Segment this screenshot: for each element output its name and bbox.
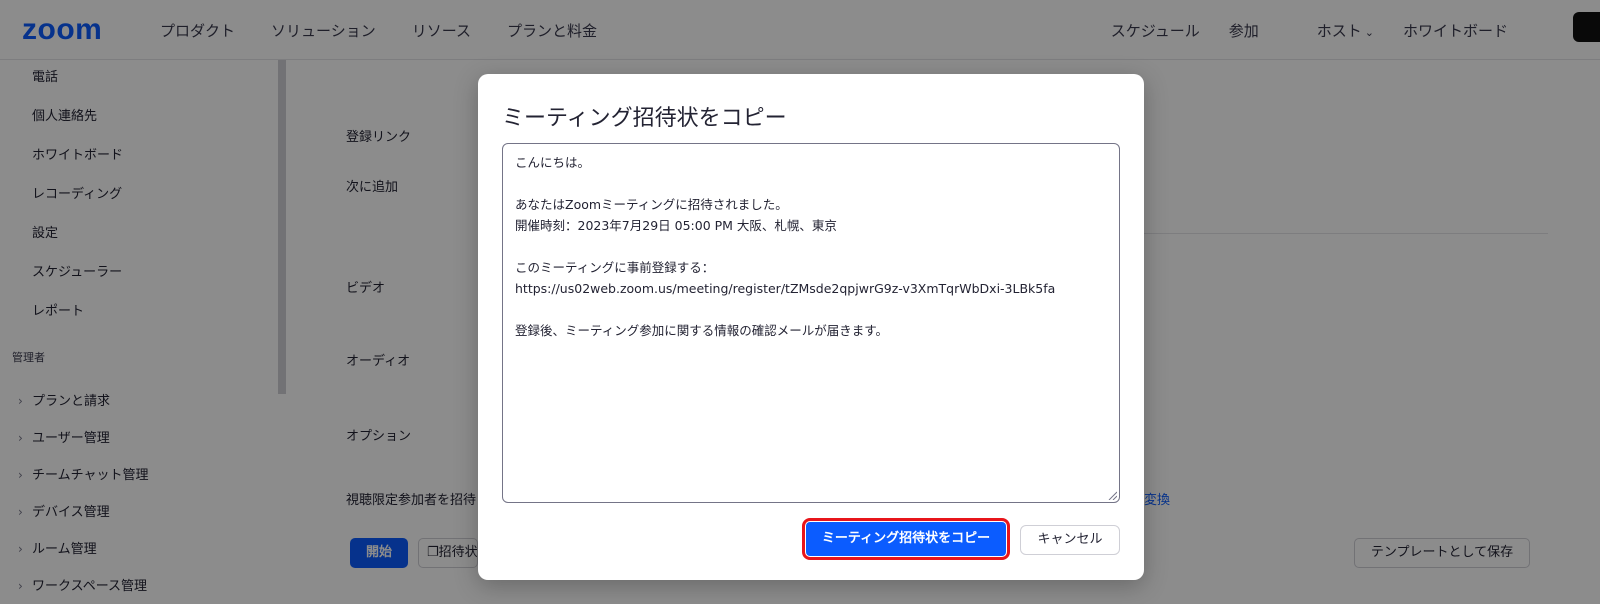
invitation-line: 登録後、ミーティング参加に関する情報の確認メールが届きます。	[515, 323, 889, 338]
invitation-line: このミーティングに事前登録する：	[515, 260, 715, 275]
dialog-title: ミーティング招待状をコピー	[502, 106, 787, 131]
copy-invitation-dialog: ミーティング招待状をコピー こんにちは。 あなたはZoomミーティングに招待され…	[478, 74, 1144, 580]
invitation-line: あなたはZoomミーティングに招待されました。	[515, 197, 788, 212]
invitation-line: 開催時刻：2023年7月29日 05:00 PM 大阪、札幌、東京	[515, 218, 837, 233]
invitation-line	[515, 173, 1107, 194]
resize-handle-icon[interactable]	[1107, 490, 1117, 500]
invitation-textarea[interactable]: こんにちは。 あなたはZoomミーティングに招待されました。 開催時刻：2023…	[502, 143, 1120, 503]
copy-meeting-invitation-button[interactable]: ミーティング招待状をコピー	[802, 518, 1010, 560]
invitation-line	[515, 299, 1107, 320]
invitation-line	[515, 236, 1107, 257]
invitation-line: こんにちは。	[515, 155, 591, 170]
cancel-button[interactable]: キャンセル	[1020, 525, 1120, 555]
invitation-line: https://us02web.zoom.us/meeting/register…	[515, 281, 1056, 296]
